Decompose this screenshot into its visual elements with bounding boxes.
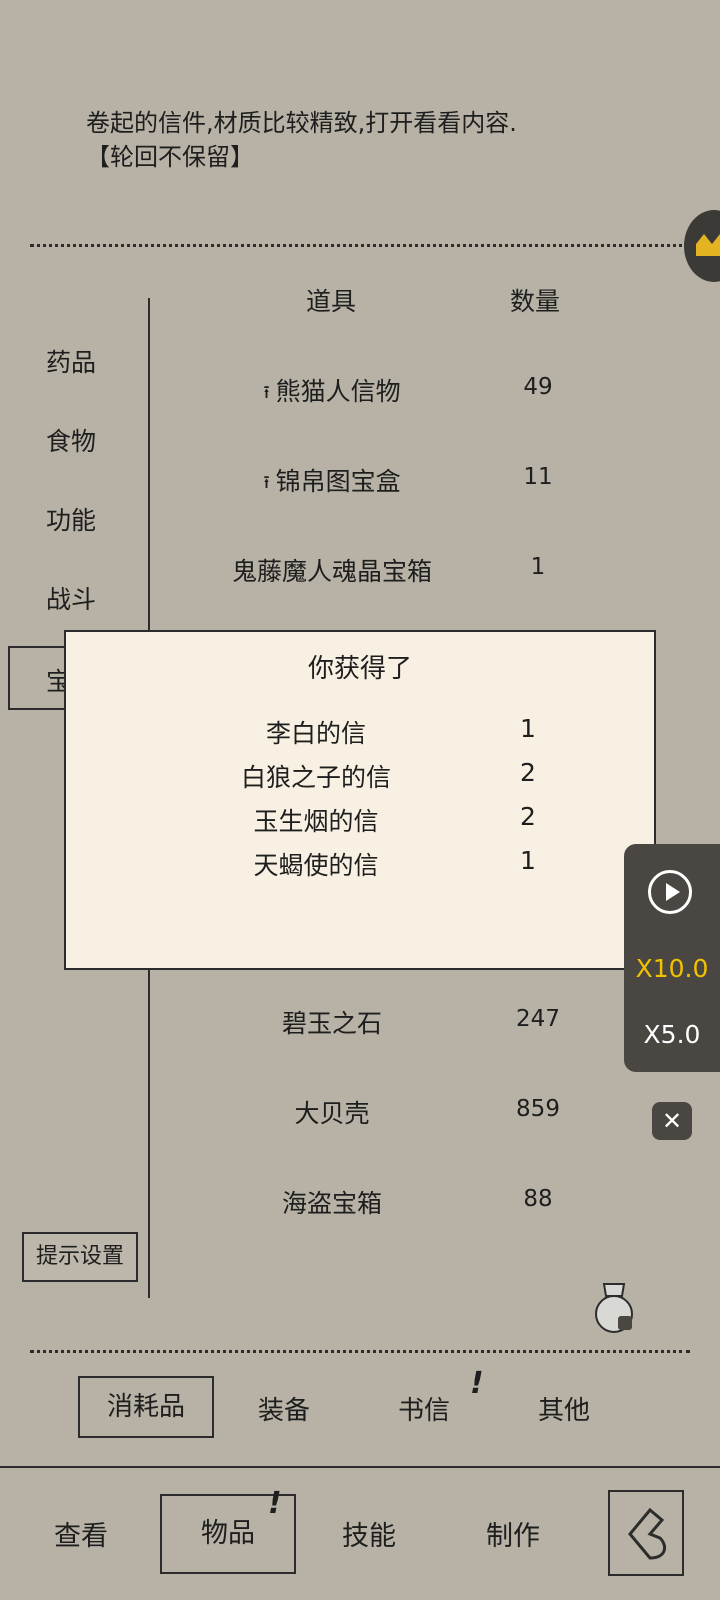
reward-quantity: 2 bbox=[520, 758, 536, 787]
tab-letters[interactable]: 书信 bbox=[398, 1390, 450, 1427]
tab-equipment[interactable]: 装备 bbox=[258, 1390, 310, 1427]
tab-consumables[interactable]: 消耗品 bbox=[78, 1376, 214, 1438]
reward-quantity: 1 bbox=[520, 714, 536, 743]
item-description: 卷起的信件,材质比较精致,打开看看内容. bbox=[86, 109, 517, 137]
nav-view[interactable]: 查看 bbox=[54, 1514, 108, 1553]
item-quantity: 1 bbox=[530, 554, 546, 580]
reward-name: 白狼之子的信 bbox=[240, 763, 391, 792]
item-name: 鬼藤魔人魂晶宝箱 bbox=[231, 557, 432, 586]
item-row[interactable]: ⭱ 锦帛图宝盒 11 bbox=[0, 462, 720, 502]
item-name: 大贝壳 bbox=[294, 1099, 370, 1128]
popup-title: 你获得了 bbox=[307, 654, 412, 684]
category-function[interactable]: 功能 bbox=[46, 501, 96, 537]
pin-icon: ⭱ bbox=[263, 382, 270, 403]
pin-icon: ⭱ bbox=[263, 472, 270, 493]
play-icon[interactable] bbox=[648, 870, 692, 914]
bottom-divider bbox=[30, 1350, 690, 1353]
item-row[interactable]: ⭱ 熊猫人信物 49 bbox=[0, 372, 720, 412]
item-quantity: 49 bbox=[523, 374, 553, 400]
item-name: ⭱ 锦帛图宝盒 bbox=[263, 467, 401, 496]
reward-name: 李白的信 bbox=[265, 719, 366, 748]
speed-normal[interactable]: X5.0 bbox=[624, 1020, 720, 1049]
reward-popup[interactable]: 你获得了 李白的信 1 白狼之子的信 2 玉生烟的信 2 天蝎使的信 1 bbox=[64, 630, 656, 970]
tab-other[interactable]: 其他 bbox=[538, 1390, 590, 1427]
reward-name: 玉生烟的信 bbox=[253, 807, 379, 836]
reward-quantity: 2 bbox=[520, 802, 536, 831]
money-bag-icon[interactable] bbox=[592, 1276, 642, 1336]
item-row[interactable]: 碧玉之石 247 bbox=[0, 1004, 720, 1044]
reward-quantity: 1 bbox=[520, 846, 536, 875]
speed-fast[interactable]: X10.0 bbox=[624, 954, 720, 983]
item-quantity: 859 bbox=[516, 1096, 560, 1122]
letters-badge: ! bbox=[470, 1366, 484, 1401]
nav-separator bbox=[0, 1466, 720, 1468]
item-name: 碧玉之石 bbox=[281, 1009, 382, 1038]
nav-skills[interactable]: 技能 bbox=[342, 1514, 396, 1553]
helmet-icon[interactable] bbox=[684, 210, 720, 282]
column-header-item: 道具 bbox=[306, 287, 357, 316]
item-note: 【轮回不保留】 bbox=[86, 143, 254, 171]
item-row[interactable]: 鬼藤魔人魂晶宝箱 1 bbox=[0, 552, 720, 592]
reward-name: 天蝎使的信 bbox=[253, 851, 379, 880]
top-divider bbox=[30, 244, 690, 247]
item-quantity: 88 bbox=[523, 1186, 553, 1212]
category-food[interactable]: 食物 bbox=[46, 422, 96, 458]
item-quantity: 11 bbox=[523, 464, 553, 490]
item-name: ⭱ 熊猫人信物 bbox=[263, 377, 401, 406]
item-quantity: 247 bbox=[516, 1006, 560, 1032]
nav-craft[interactable]: 制作 bbox=[486, 1514, 540, 1553]
item-row[interactable]: 海盗宝箱 88 bbox=[0, 1184, 720, 1224]
items-badge: ! bbox=[268, 1486, 282, 1521]
item-name: 海盗宝箱 bbox=[281, 1189, 382, 1218]
speed-panel: X10.0 X5.0 bbox=[624, 844, 720, 1072]
item-row[interactable]: 大贝壳 859 bbox=[0, 1094, 720, 1134]
close-icon[interactable]: ✕ bbox=[652, 1102, 692, 1140]
hint-settings-button[interactable]: 提示设置 bbox=[22, 1232, 138, 1282]
column-header-quantity: 数量 bbox=[510, 287, 561, 316]
back-arrow-icon[interactable] bbox=[608, 1490, 684, 1576]
